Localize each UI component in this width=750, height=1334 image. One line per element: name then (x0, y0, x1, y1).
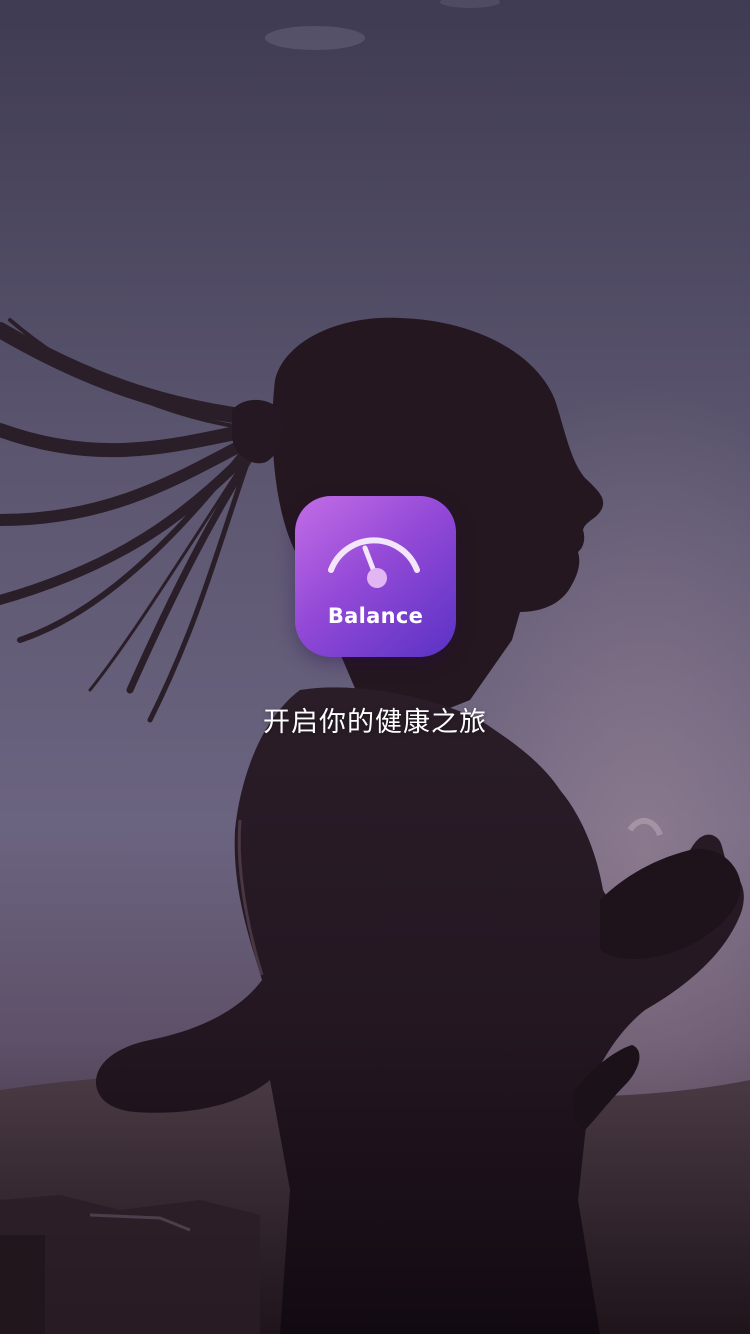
app-name: Balance (327, 604, 424, 628)
background-image (0, 0, 750, 1334)
gauge-icon (328, 537, 420, 588)
app-logo: Balance (295, 496, 456, 657)
tagline: 开启你的健康之旅 (263, 707, 487, 738)
splash-screen: Balance 开启你的健康之旅 (0, 0, 750, 1334)
